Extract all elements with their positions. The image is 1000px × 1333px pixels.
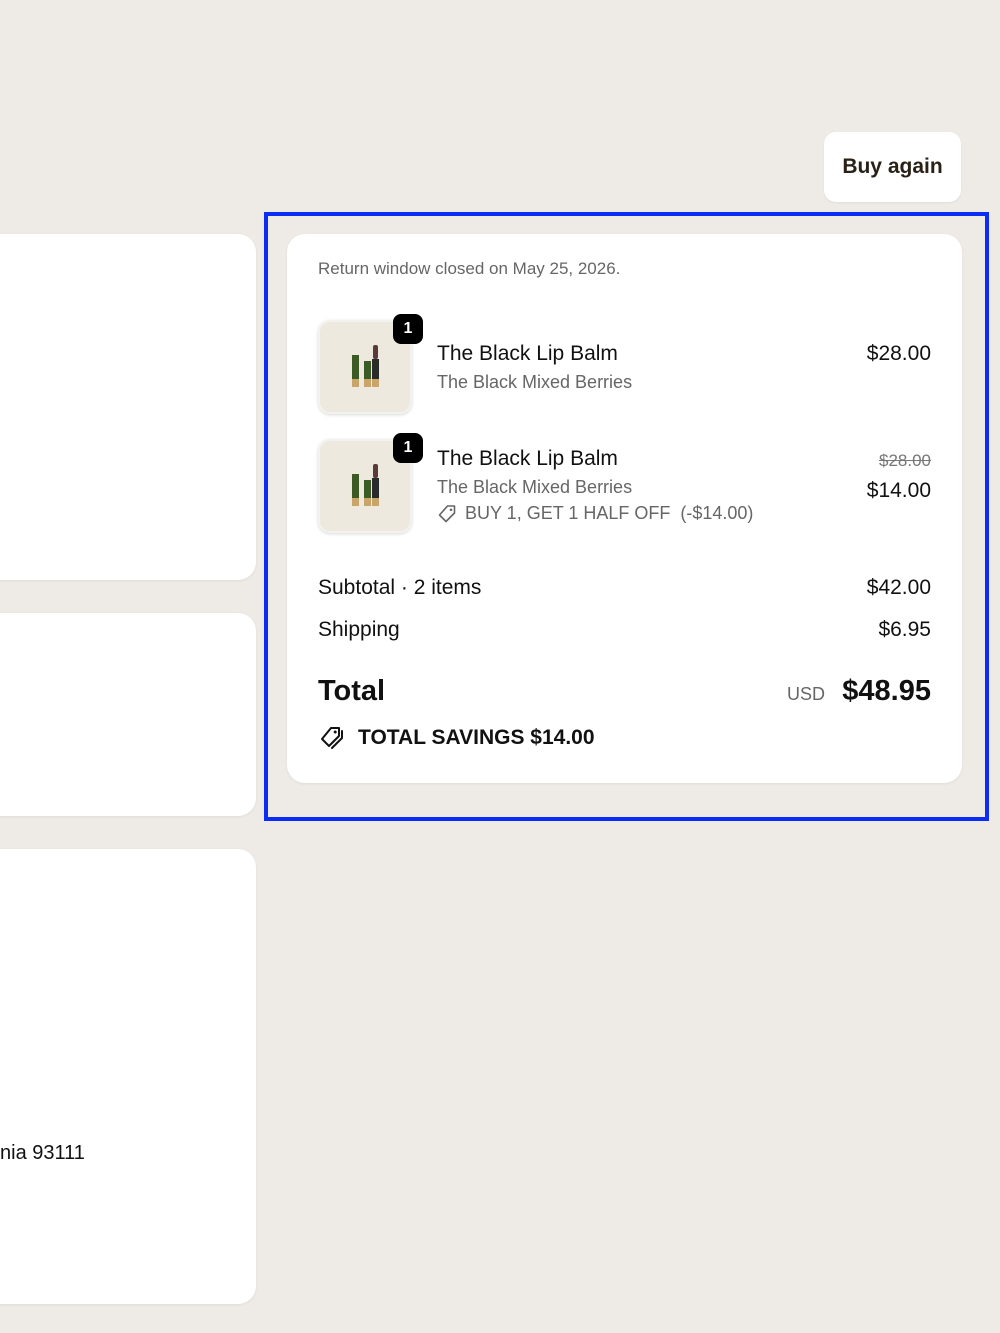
subtotal-value: $42.00 [866,576,931,599]
lip-balm-image-icon [352,345,379,387]
total-label: Total [318,675,386,707]
product-title[interactable]: The Black Lip Balm [437,447,618,471]
discount-text: BUY 1, GET 1 HALF OFF (-$14.00) [465,503,754,523]
total-savings: TOTAL SAVINGS $14.00 [318,726,595,750]
subtotal-row: Subtotal · 2 items $42.00 [318,576,931,602]
shipping-label: Shipping [318,618,400,641]
shipping-address-card: nia 93111 [0,849,256,1304]
product-thumbnail[interactable]: 1 [318,314,423,414]
product-variant: The Black Mixed Berries [437,372,633,392]
line-item[interactable]: 1 The Black Lip Balm The Black Mixed Ber… [318,314,931,416]
address-text: nia 93111 [0,1142,85,1164]
return-window-note: Return window closed on May 25, 2026. [318,259,621,278]
order-details-card [0,234,256,580]
total-savings-text: TOTAL SAVINGS $14.00 [358,726,595,749]
discount-line: BUY 1, GET 1 HALF OFF (-$14.00) [437,503,753,524]
item-price: $14.00 [866,479,931,502]
buy-again-button[interactable]: Buy again [824,132,961,202]
order-status-card [0,613,256,816]
original-price: $28.00 [879,451,931,470]
subtotal-label: Subtotal · 2 items [318,576,482,599]
quantity-badge: 1 [393,314,423,344]
tag-icon [438,504,456,522]
line-item[interactable]: 1 The Black Lip Balm The Black Mixed Ber… [318,433,931,535]
shipping-value: $6.95 [878,618,931,641]
product-title[interactable]: The Black Lip Balm [437,342,618,366]
quantity-badge: 1 [393,433,423,463]
total-currency: USD [786,684,825,704]
total-value: $48.95 [842,675,931,707]
tags-icon [321,727,343,749]
product-thumbnail[interactable]: 1 [318,433,423,533]
item-price: $28.00 [866,342,931,365]
lip-balm-image-icon [352,464,379,506]
product-variant: The Black Mixed Berries [437,477,633,497]
order-summary-card: Return window closed on May 25, 2026. 1 … [287,234,962,783]
shipping-row: Shipping $6.95 [318,618,931,644]
